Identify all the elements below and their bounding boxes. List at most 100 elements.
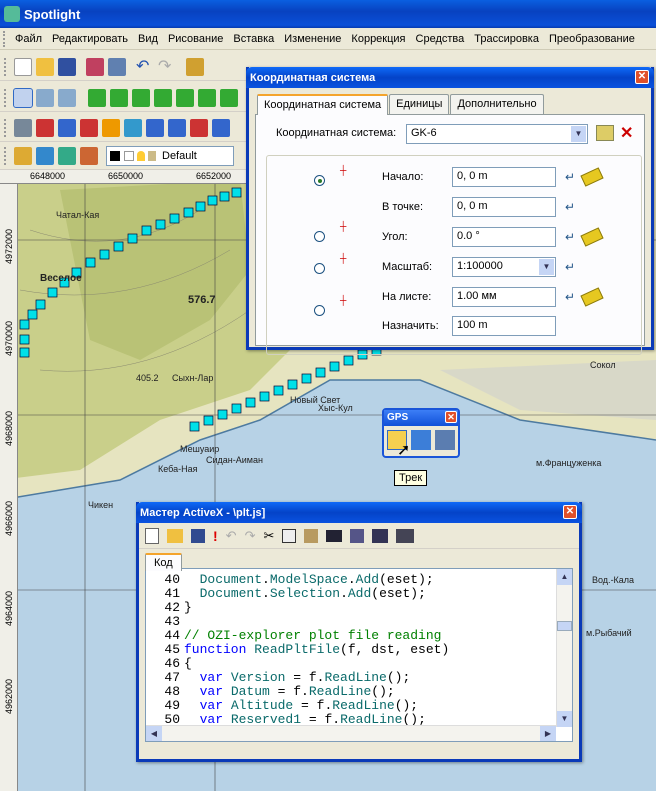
- print-icon[interactable]: [86, 57, 104, 76]
- waypoints-icon[interactable]: [411, 430, 431, 450]
- code-line[interactable]: 40 Document.ModelSpace.Add(eset);: [146, 573, 433, 587]
- toolbar-grip[interactable]: [4, 88, 8, 107]
- sheet-field[interactable]: 1.00 мм: [452, 287, 556, 307]
- undo-icon[interactable]: ↶: [136, 58, 154, 76]
- apply-icon[interactable]: ↵: [562, 229, 578, 245]
- layer-properties-icon[interactable]: [80, 146, 98, 165]
- scale-radio[interactable]: [314, 263, 325, 274]
- angle-radio[interactable]: [314, 231, 325, 242]
- origin-radio[interactable]: [314, 175, 325, 186]
- open-folder-icon[interactable]: [36, 57, 54, 76]
- chevron-down-icon[interactable]: ▼: [539, 259, 554, 275]
- toolbar-grip[interactable]: [4, 57, 8, 76]
- layer-states-icon[interactable]: [36, 146, 54, 165]
- select-arrow-icon[interactable]: [13, 87, 33, 108]
- new-file-icon[interactable]: [14, 57, 32, 76]
- rect-tool-icon[interactable]: [220, 88, 238, 107]
- curve-tool-icon[interactable]: [198, 88, 216, 107]
- print-preview-icon[interactable]: [108, 57, 126, 76]
- vertical-scrollbar[interactable]: ▲ ▼: [556, 569, 572, 727]
- redo-icon[interactable]: ↷: [158, 58, 176, 76]
- code-line[interactable]: 45 function ReadPltFile(f, dst, eset): [146, 643, 449, 657]
- toolbar-grip[interactable]: [4, 118, 8, 137]
- tab-coordinate-system[interactable]: Координатная система: [257, 94, 389, 115]
- copy-icon[interactable]: [282, 528, 297, 543]
- list-icon[interactable]: [80, 118, 98, 137]
- close-icon[interactable]: ✕: [563, 505, 577, 519]
- menu-correction[interactable]: Коррекция: [351, 33, 405, 45]
- scroll-left-icon[interactable]: ◀: [146, 726, 162, 741]
- layer-previous-icon[interactable]: [58, 146, 76, 165]
- tab-additional[interactable]: Дополнительно: [450, 94, 544, 114]
- scroll-thumb[interactable]: [557, 621, 572, 631]
- undo-icon[interactable]: ↶: [226, 528, 237, 544]
- arc-tool-icon[interactable]: [110, 88, 128, 107]
- new-document-icon[interactable]: [145, 527, 159, 544]
- apply-icon[interactable]: ↵: [562, 289, 578, 305]
- toolbar-grip[interactable]: [4, 146, 8, 165]
- layers-icon[interactable]: [186, 57, 204, 76]
- menu-grip[interactable]: [3, 30, 9, 47]
- scale-select[interactable]: 1:100000 ▼: [452, 257, 556, 277]
- cut-icon[interactable]: ✂: [263, 528, 274, 544]
- assign-field[interactable]: 100 m: [452, 316, 556, 336]
- code-editor[interactable]: 40 Document.ModelSpace.Add(eset); 41 Docu…: [145, 568, 573, 742]
- add-system-icon[interactable]: [596, 125, 614, 141]
- paste-icon[interactable]: [304, 528, 319, 543]
- menu-draw[interactable]: Рисование: [168, 33, 223, 45]
- delete-icon[interactable]: ✕: [620, 123, 633, 143]
- apply-icon[interactable]: ↵: [562, 199, 578, 215]
- code-line[interactable]: 41 Document.Selection.Add(eset);: [146, 587, 426, 601]
- code-line[interactable]: 44 // OZI-explorer plot file reading: [146, 629, 441, 643]
- polygon-tool-icon[interactable]: [154, 88, 172, 107]
- menu-file[interactable]: Файл: [15, 33, 42, 45]
- box-icon[interactable]: [102, 118, 120, 137]
- save-icon[interactable]: [191, 528, 205, 543]
- hatch-icon[interactable]: [146, 118, 164, 137]
- code-line[interactable]: 46 {: [146, 657, 191, 671]
- run-icon[interactable]: !: [213, 528, 218, 544]
- menu-modify[interactable]: Изменение: [284, 33, 341, 45]
- circle-tool-icon[interactable]: [132, 88, 150, 107]
- code-line[interactable]: 42}: [146, 601, 191, 615]
- assign-radio[interactable]: [314, 305, 325, 316]
- menu-trace[interactable]: Трассировка: [474, 33, 539, 45]
- scroll-up-icon[interactable]: ▲: [557, 569, 572, 585]
- menu-transform[interactable]: Преобразование: [549, 33, 635, 45]
- gps-device-icon[interactable]: [435, 430, 455, 450]
- insert-object-icon[interactable]: [350, 528, 365, 543]
- code-line[interactable]: 47 var Version = f.ReadLine();: [146, 671, 410, 685]
- coordinate-system-select[interactable]: GK-6 ▼: [406, 124, 588, 144]
- grid-icon[interactable]: [36, 118, 54, 137]
- horizontal-scrollbar[interactable]: ◀ ▶: [146, 725, 556, 741]
- code-line[interactable]: 43: [146, 615, 184, 629]
- pattern-icon[interactable]: [168, 118, 186, 137]
- spline-tool-icon[interactable]: [176, 88, 194, 107]
- save-icon[interactable]: [58, 57, 76, 76]
- menu-edit[interactable]: Редактировать: [52, 33, 128, 45]
- scroll-down-icon[interactable]: ▼: [557, 711, 572, 727]
- origin-field[interactable]: 0, 0 m: [452, 167, 556, 187]
- tools-icon[interactable]: [396, 528, 415, 543]
- menu-insert[interactable]: Вставка: [233, 33, 274, 45]
- find-replace-icon[interactable]: [372, 528, 389, 543]
- tab-code[interactable]: Код: [145, 553, 182, 571]
- close-icon[interactable]: ✕: [445, 411, 457, 423]
- tools-icon[interactable]: [14, 118, 32, 137]
- menu-tools[interactable]: Средства: [416, 33, 465, 45]
- layer-manager-icon[interactable]: [14, 146, 32, 165]
- redo-icon[interactable]: ↷: [245, 528, 256, 544]
- apply-icon[interactable]: ↵: [562, 169, 578, 185]
- zoom-window-icon[interactable]: [36, 88, 54, 107]
- code-area[interactable]: 40 Document.ModelSpace.Add(eset); 41 Docu…: [146, 569, 572, 741]
- cube-icon[interactable]: [124, 118, 142, 137]
- dimension-icon[interactable]: [212, 118, 230, 137]
- code-line[interactable]: 49 var Altitude = f.ReadLine();: [146, 699, 418, 713]
- zoom-icon[interactable]: [58, 88, 76, 107]
- close-icon[interactable]: ✕: [635, 70, 649, 84]
- find-icon[interactable]: [326, 529, 343, 542]
- angle-field[interactable]: 0.0 °: [452, 227, 556, 247]
- scroll-right-icon[interactable]: ▶: [540, 726, 556, 741]
- layer-select[interactable]: Default: [106, 145, 234, 166]
- chevron-down-icon[interactable]: ▼: [571, 126, 586, 142]
